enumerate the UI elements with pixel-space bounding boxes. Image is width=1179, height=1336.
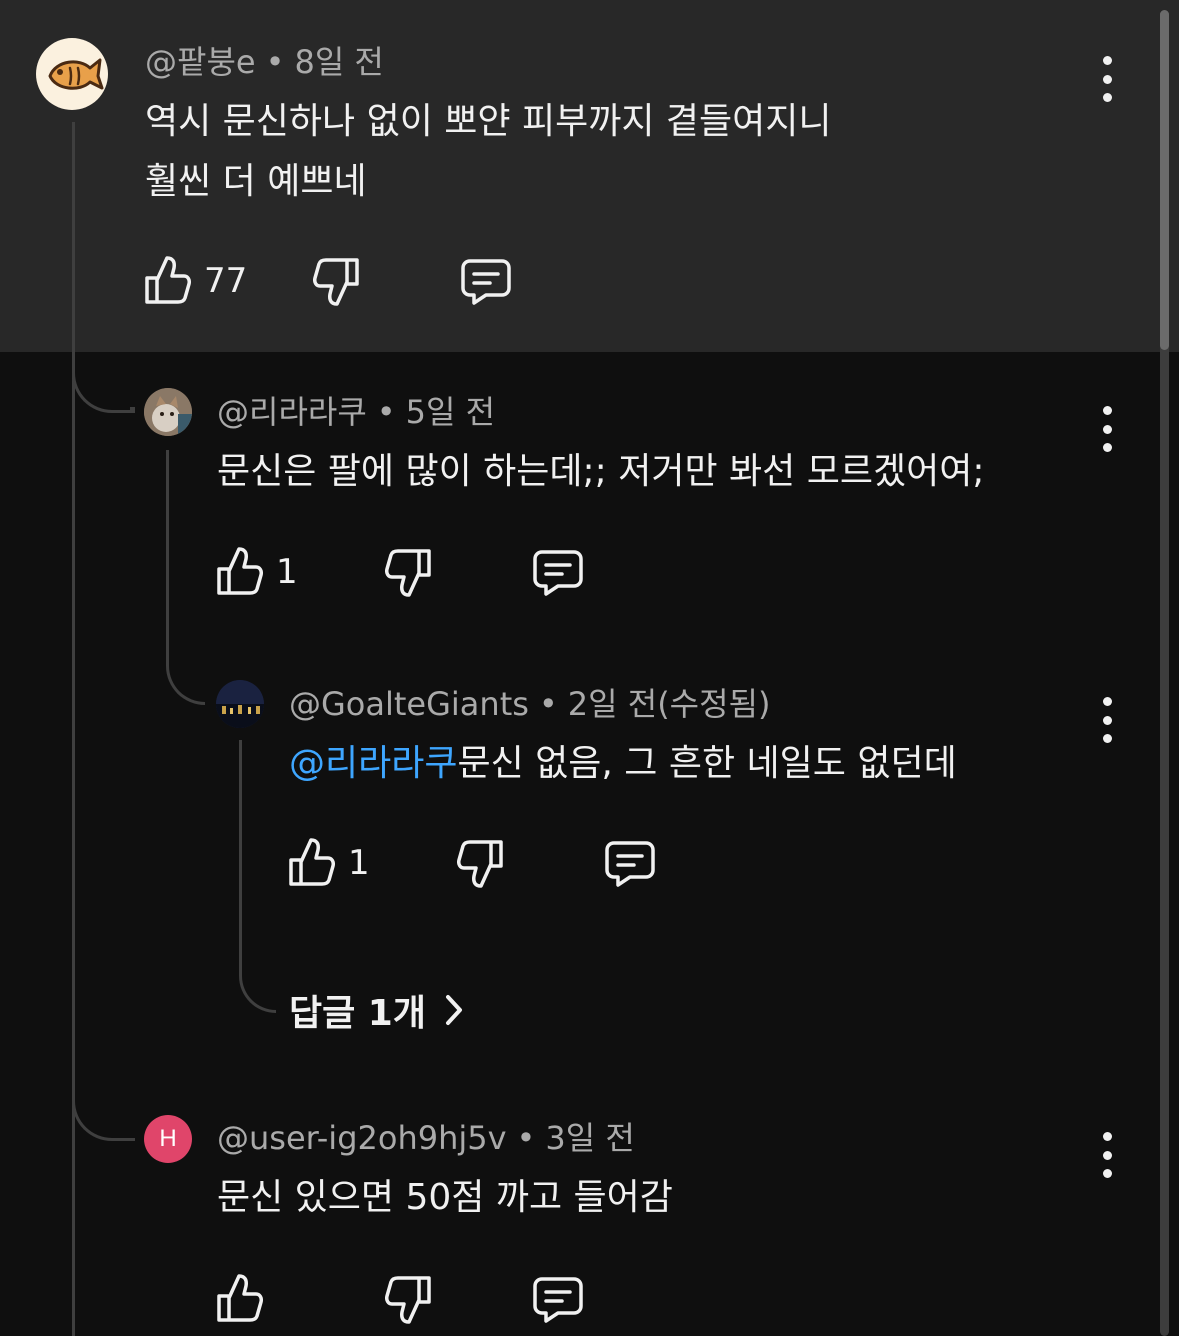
like-count: 1	[348, 843, 370, 883]
thumbs-down-icon	[313, 258, 359, 306]
comment-bubble-icon	[605, 841, 655, 887]
comment-text-line: 역시 문신하나 없이 뽀얀 피부까지 곁들여지니	[145, 101, 832, 142]
like-button[interactable]	[143, 254, 191, 310]
thumbs-down-icon	[385, 549, 431, 597]
thumbs-down-icon	[457, 840, 503, 888]
avatar[interactable]	[36, 38, 108, 110]
comment-author[interactable]: @리라라쿠	[217, 393, 367, 431]
avatar[interactable]	[144, 388, 192, 436]
comment-text-content: 문신 없음, 그 흔한 네일도 없던데	[457, 743, 957, 784]
replies-label: 답글 1개	[289, 993, 426, 1034]
separator-dot: •	[538, 685, 558, 723]
comment-time[interactable]: 5일 전	[406, 393, 495, 431]
cat-photo-avatar	[144, 388, 192, 436]
comment-text-line: 훨씬 더 예쁘네	[145, 161, 367, 202]
night-city-photo-avatar	[216, 680, 264, 728]
comment-time[interactable]: 2일 전(수정됨)	[568, 685, 771, 723]
comment-bubble-icon	[461, 259, 511, 305]
comment-meta: @리라라쿠 • 5일 전	[217, 392, 495, 432]
comment-time[interactable]: 8일 전	[294, 43, 383, 81]
thread-connector-reply-1	[72, 360, 135, 413]
comment-text: 문신은 팔에 많이 하는데;; 저거만 봐선 모르겠어여;	[217, 451, 985, 492]
thread-line-reply-2	[239, 740, 242, 940]
separator-dot: •	[516, 1119, 536, 1157]
thumbs-up-icon	[289, 838, 335, 886]
dislike-button[interactable]	[385, 1274, 433, 1330]
thread-connector-reply-3	[72, 1088, 135, 1141]
comment-bubble-icon	[533, 550, 583, 596]
thread-line-reply-1	[166, 450, 169, 650]
avatar[interactable]: H	[144, 1115, 192, 1163]
separator-dot: •	[376, 393, 396, 431]
thumbs-up-icon	[217, 547, 263, 595]
reply-button[interactable]	[532, 549, 584, 601]
avatar[interactable]	[216, 680, 264, 728]
comment-time[interactable]: 3일 전	[545, 1119, 634, 1157]
comment-meta: @팥붕e • 8일 전	[145, 42, 384, 82]
avatar-letter: H	[159, 1125, 177, 1152]
comment-text: @리라라쿠문신 없음, 그 흔한 네일도 없던데	[289, 734, 957, 794]
like-button[interactable]	[215, 1272, 263, 1328]
reply-button[interactable]	[532, 1276, 584, 1328]
more-options-button[interactable]	[1092, 1132, 1122, 1178]
comment-author[interactable]: @user-ig2oh9hj5v	[217, 1119, 507, 1157]
comment-author[interactable]: @GoalteGiants	[289, 685, 529, 723]
view-replies-button[interactable]: 답글 1개	[289, 984, 464, 1036]
dislike-button[interactable]	[385, 547, 433, 603]
more-options-button[interactable]	[1092, 406, 1122, 452]
separator-dot: •	[265, 43, 285, 81]
comment-meta: @GoalteGiants • 2일 전(수정됨)	[289, 684, 770, 724]
like-count: 1	[276, 552, 298, 592]
comment-text: 문신 있으면 50점 까고 들어감	[217, 1177, 673, 1218]
comment-meta: @user-ig2oh9hj5v • 3일 전	[217, 1118, 635, 1158]
scrollbar[interactable]	[1160, 10, 1169, 1336]
like-button[interactable]	[215, 545, 263, 601]
thumbs-up-icon	[217, 1274, 263, 1322]
comment-bubble-icon	[533, 1277, 583, 1323]
reply-button[interactable]	[604, 840, 656, 892]
mention-link[interactable]: @리라라쿠	[289, 743, 457, 784]
thumbs-up-icon	[145, 256, 191, 304]
like-count: 77	[204, 261, 248, 301]
dislike-button[interactable]	[313, 256, 361, 312]
like-button[interactable]	[287, 836, 335, 892]
dislike-button[interactable]	[457, 838, 505, 894]
more-options-button[interactable]	[1092, 697, 1122, 743]
reply-button[interactable]	[460, 258, 512, 310]
connector-stub-1	[130, 407, 135, 410]
scrollbar-thumb[interactable]	[1160, 10, 1169, 350]
chevron-right-icon	[445, 995, 462, 1025]
thumbs-down-icon	[385, 1276, 431, 1324]
taiyaki-fish-icon	[48, 58, 104, 90]
comment-text: 역시 문신하나 없이 뽀얀 피부까지 곁들여지니 훨씬 더 예쁘네	[145, 92, 832, 212]
more-options-button[interactable]	[1092, 56, 1122, 102]
thread-connector-reply-2	[166, 648, 205, 705]
thread-line-main	[72, 122, 75, 1336]
thread-connector-more-replies	[239, 938, 276, 1013]
comment-author[interactable]: @팥붕e	[145, 43, 256, 81]
